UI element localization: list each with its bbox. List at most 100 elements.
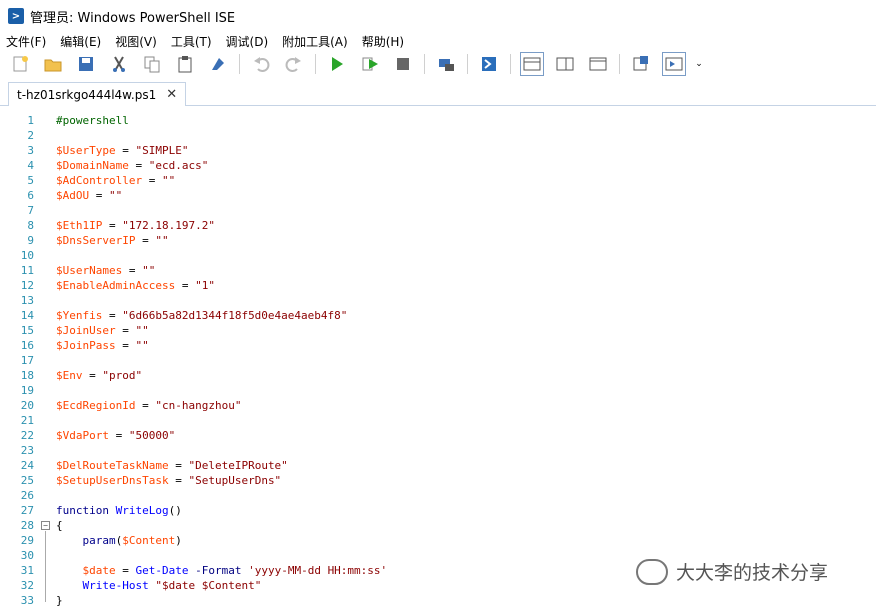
- code-token: "$date $Content": [155, 579, 262, 592]
- code-token: param: [82, 534, 116, 547]
- run-icon[interactable]: [325, 52, 349, 76]
- undo-icon[interactable]: [249, 52, 273, 76]
- menu-file[interactable]: 文件(F): [6, 33, 46, 50]
- code-token: }: [56, 594, 63, 607]
- code-token: =: [82, 369, 103, 382]
- fold-toggle-icon[interactable]: −: [41, 521, 50, 530]
- menu-help[interactable]: 帮助(H): [362, 33, 404, 50]
- code-line[interactable]: 12 $EnableAdminAccess = "1": [0, 278, 876, 293]
- open-icon[interactable]: [41, 52, 65, 76]
- redo-icon[interactable]: [282, 52, 306, 76]
- paste-icon[interactable]: [173, 52, 197, 76]
- code-line[interactable]: 4 $DomainName = "ecd.acs": [0, 158, 876, 173]
- code-line[interactable]: 28 {−: [0, 518, 876, 533]
- code-text: $JoinPass = "": [56, 338, 149, 353]
- code-line[interactable]: 18 $Env = "prod": [0, 368, 876, 383]
- code-text: $SetupUserDnsTask = "SetupUserDns": [56, 473, 281, 488]
- code-line[interactable]: 26: [0, 488, 876, 503]
- menu-edit[interactable]: 编辑(E): [60, 33, 101, 50]
- watermark-text: 大大李的技术分享: [676, 562, 829, 584]
- title-bar: > 管理员: Windows PowerShell ISE: [0, 0, 876, 32]
- code-line[interactable]: 17: [0, 353, 876, 368]
- layout-top-icon[interactable]: [520, 52, 544, 76]
- code-text: #powershell: [56, 113, 129, 128]
- cut-icon[interactable]: [107, 52, 131, 76]
- menu-debug[interactable]: 调试(D): [226, 33, 269, 50]
- code-line[interactable]: 7: [0, 203, 876, 218]
- show-commands-icon[interactable]: [629, 52, 653, 76]
- line-number: 30: [20, 549, 34, 562]
- code-line[interactable]: 8 $Eth1IP = "172.18.197.2": [0, 218, 876, 233]
- code-line[interactable]: 1 #powershell: [0, 113, 876, 128]
- code-token: =: [108, 429, 129, 442]
- menu-addons[interactable]: 附加工具(A): [282, 33, 348, 50]
- line-number: 2: [27, 129, 34, 142]
- code-line[interactable]: 10: [0, 248, 876, 263]
- code-text: }: [56, 593, 63, 608]
- new-icon[interactable]: [8, 52, 32, 76]
- code-line[interactable]: 21: [0, 413, 876, 428]
- layout-right-icon[interactable]: [553, 52, 577, 76]
- code-line[interactable]: 11 $UserNames = "": [0, 263, 876, 278]
- powershell-icon[interactable]: [477, 52, 501, 76]
- toolbar-separator: [510, 54, 511, 74]
- show-addon-icon[interactable]: [662, 52, 686, 76]
- code-line[interactable]: 2: [0, 128, 876, 143]
- menu-tools[interactable]: 工具(T): [171, 33, 212, 50]
- code-line[interactable]: 5 $AdController = "": [0, 173, 876, 188]
- menu-bar: 文件(F) 编辑(E) 视图(V) 工具(T) 调试(D) 附加工具(A) 帮助…: [0, 32, 876, 50]
- code-token: =: [115, 339, 136, 352]
- code-line[interactable]: 23: [0, 443, 876, 458]
- line-number: 24: [20, 459, 34, 472]
- script-editor[interactable]: 1 #powershell 2 3 $UserType = "SIMPLE" 4 $Doma…: [0, 107, 876, 610]
- code-token: "172.18.197.2": [122, 219, 215, 232]
- code-token: $UserType: [56, 144, 116, 157]
- code-line[interactable]: 25 $SetupUserDnsTask = "SetupUserDns": [0, 473, 876, 488]
- code-line[interactable]: 22 $VdaPort = "50000": [0, 428, 876, 443]
- code-text: $UserType = "SIMPLE": [56, 143, 188, 158]
- code-line[interactable]: 14 $Yenfis = "6d66b5a82d1344f18f5d0e4ae4a…: [0, 308, 876, 323]
- code-token: Get-Date: [135, 564, 189, 577]
- code-line[interactable]: 13: [0, 293, 876, 308]
- toolbar: ⌄: [0, 50, 876, 78]
- code-token: $UserNames: [56, 264, 123, 277]
- tab-script[interactable]: t-hz01srkgo444l4w.ps1 ✕: [8, 82, 187, 106]
- layout-max-icon[interactable]: [586, 52, 610, 76]
- stop-icon[interactable]: [391, 52, 415, 76]
- code-line[interactable]: 24 $DelRouteTaskName = "DeleteIPRoute": [0, 458, 876, 473]
- code-token: "": [155, 234, 169, 247]
- code-line[interactable]: 6 $AdOU = "": [0, 188, 876, 203]
- menu-view[interactable]: 视图(V): [115, 33, 157, 50]
- code-line[interactable]: 16 $JoinPass = "": [0, 338, 876, 353]
- code-token: "6d66b5a82d1344f18f5d0e4ae4aeb4f8": [122, 309, 348, 322]
- code-token: =: [142, 174, 162, 187]
- code-line[interactable]: 33}: [0, 593, 876, 608]
- code-line[interactable]: 19: [0, 383, 876, 398]
- copy-icon[interactable]: [140, 52, 164, 76]
- clear-icon[interactable]: [206, 52, 230, 76]
- code-line[interactable]: 29 param($Content): [0, 533, 876, 548]
- save-icon[interactable]: [74, 52, 98, 76]
- line-number: 16: [20, 339, 34, 352]
- line-number: 32: [20, 579, 34, 592]
- tab-label: t-hz01srkgo444l4w.ps1: [17, 87, 157, 102]
- fold-guide: [45, 531, 46, 602]
- run-selection-icon[interactable]: [358, 52, 382, 76]
- code-token: $DomainName: [56, 159, 129, 172]
- code-token: =: [115, 144, 136, 157]
- code-token: =: [102, 219, 123, 232]
- overflow-icon[interactable]: ⌄: [695, 52, 703, 76]
- close-icon[interactable]: ✕: [166, 87, 177, 102]
- code-line[interactable]: 27 function WriteLog(): [0, 503, 876, 518]
- code-text: $AdController = "": [56, 173, 175, 188]
- line-number: 4: [27, 159, 34, 172]
- code-line[interactable]: 15 $JoinUser = "": [0, 323, 876, 338]
- code-token: $AdOU: [56, 189, 90, 202]
- code-line[interactable]: 3 $UserType = "SIMPLE": [0, 143, 876, 158]
- toolbar-separator: [467, 54, 468, 74]
- code-line[interactable]: 20 $EcdRegionId = "cn-hangzhou": [0, 398, 876, 413]
- code-token: "cn-hangzhou": [155, 399, 242, 412]
- code-line[interactable]: 9 $DnsServerIP = "": [0, 233, 876, 248]
- remote-icon[interactable]: [434, 52, 458, 76]
- line-number: 25: [20, 474, 34, 487]
